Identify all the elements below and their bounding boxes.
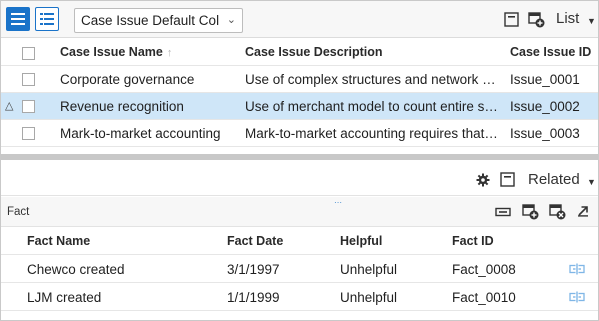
case-issue-description: Use of complex structures and network of… (245, 72, 501, 87)
column-header-name[interactable]: Case Issue Name ↑ (60, 39, 235, 66)
fact-id: Fact_0010 (452, 290, 516, 305)
case-issue-name: Corporate governance (60, 72, 195, 87)
caret-down-icon[interactable]: ▼ (587, 177, 596, 187)
view-mode-label[interactable]: List (556, 10, 579, 27)
remove-record-icon[interactable] (549, 204, 566, 220)
table-row[interactable]: Chewco created 3/1/1997 Unhelpful Fact_0… (1, 256, 598, 283)
column-header-helpful[interactable]: Helpful (340, 228, 440, 255)
column-header-fact-date[interactable]: Fact Date (227, 228, 327, 255)
link-record-icon[interactable] (495, 207, 511, 217)
list-detail-view-icon (40, 13, 54, 25)
row-checkbox[interactable] (22, 100, 35, 113)
related-toolbar: Related ▼ (1, 160, 598, 196)
table-row[interactable]: Mark-to-market accounting Mark-to-market… (1, 120, 598, 147)
collapse-panel-icon[interactable] (500, 172, 515, 187)
case-issue-name: Revenue recognition (60, 99, 184, 114)
related-label[interactable]: Related (528, 171, 580, 188)
column-header-fact-id[interactable]: Fact ID (452, 228, 552, 255)
resize-handle-icon[interactable]: ⋯ (334, 198, 342, 207)
caret-down-icon[interactable]: ▼ (587, 16, 596, 26)
unlink-record-icon[interactable] (569, 291, 585, 303)
column-header-id[interactable]: Case Issue ID (510, 39, 598, 66)
case-issue-id: Issue_0003 (510, 126, 580, 141)
list-detail-view-button[interactable] (35, 7, 59, 31)
fact-date: 3/1/1997 (227, 262, 280, 277)
add-record-icon[interactable] (522, 204, 539, 220)
case-issue-id: Issue_0002 (510, 99, 580, 114)
table-row[interactable]: △ Revenue recognition Use of merchant mo… (1, 93, 598, 120)
case-issue-id: Issue_0001 (510, 72, 580, 87)
table-row[interactable]: LJM created 1/1/1999 Unhelpful Fact_0010 (1, 284, 598, 311)
chevron-down-icon: ⌄ (226, 14, 236, 26)
collapse-panel-icon[interactable] (504, 12, 519, 27)
grid-view-button[interactable] (6, 7, 30, 31)
column-set-dropdown[interactable]: Case Issue Default Col ⌄ (74, 8, 243, 33)
column-set-value: Case Issue Default Col (81, 13, 220, 28)
case-issue-description: Mark-to-market accounting requires that … (245, 126, 501, 141)
table-row[interactable]: Corporate governance Use of complex stru… (1, 66, 598, 93)
fact-helpful: Unhelpful (340, 290, 398, 305)
select-all-checkbox[interactable] (22, 47, 35, 60)
fact-date: 1/1/1999 (227, 290, 280, 305)
case-issue-header-row: Case Issue Name ↑ Case Issue Description … (1, 39, 598, 66)
add-record-icon[interactable] (528, 12, 545, 28)
column-header-fact-name[interactable]: Fact Name (27, 228, 217, 255)
case-issue-name: Mark-to-market accounting (60, 126, 221, 141)
column-header-description[interactable]: Case Issue Description (245, 39, 500, 66)
open-external-icon[interactable] (577, 205, 589, 217)
fact-header-row: Fact Name Fact Date Helpful Fact ID (1, 228, 598, 255)
settings-icon[interactable] (476, 173, 490, 187)
fact-name: LJM created (27, 290, 102, 305)
grid-view-icon (11, 13, 25, 25)
grid-toolbar: Case Issue Default Col ⌄ List ▼ (1, 1, 598, 38)
row-checkbox[interactable] (22, 127, 35, 140)
sort-arrow-icon: ↑ (166, 47, 173, 59)
fact-helpful: Unhelpful (340, 262, 398, 277)
current-row-indicator-icon: △ (5, 100, 14, 112)
case-issue-panel: Case Issue Default Col ⌄ List ▼ Case Iss… (0, 0, 599, 321)
fact-section-bar: Fact ⋯ (1, 197, 598, 227)
section-title: Fact (7, 206, 30, 218)
fact-name: Chewco created (27, 262, 125, 277)
unlink-record-icon[interactable] (569, 263, 585, 275)
row-checkbox[interactable] (22, 73, 35, 86)
case-issue-description: Use of merchant model to count entire sa… (245, 99, 501, 114)
fact-id: Fact_0008 (452, 262, 516, 277)
